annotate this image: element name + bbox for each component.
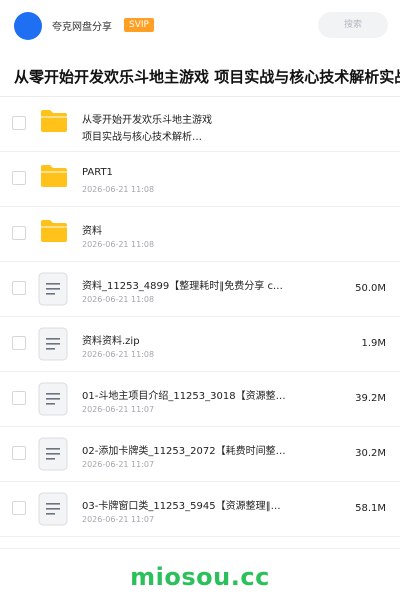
row-checkbox[interactable] <box>12 336 26 350</box>
item-name: 03-卡牌窗口类_11253_5945【资源整理‖… <box>82 501 281 512</box>
list-item[interactable]: 资料 2026-06-21 11:08 <box>0 207 400 262</box>
share-title-bar: 从零开始开发欢乐斗地主游戏 项目实战与核心技术解析实战 <box>0 62 400 92</box>
avatar[interactable] <box>14 12 42 40</box>
item-date: 2026-06-21 11:07 <box>82 405 155 414</box>
brand-name: 夸克网盘分享 <box>52 22 112 33</box>
watermark-text: miosou.cc <box>130 563 270 591</box>
item-name-line2: 项目实战与核心技术解析… <box>82 132 202 143</box>
list-item[interactable]: 资料资料.zip 2026-06-21 11:08 1.9M <box>0 317 400 372</box>
row-checkbox[interactable] <box>12 226 26 240</box>
item-date: 2026-06-21 11:07 <box>82 460 155 469</box>
folder-icon <box>41 165 67 187</box>
item-size: 58.1M <box>355 503 386 514</box>
page-title: 从零开始开发欢乐斗地主游戏 项目实战与核心技术解析实战 <box>14 68 400 86</box>
list-item[interactable]: 从零开始开发欢乐斗地主游戏 项目实战与核心技术解析… <box>0 97 400 152</box>
item-name: 资料_11253_4899【整理耗时‖免费分享 c… <box>82 281 283 292</box>
item-name: 02-添加卡牌类_11253_2072【耗费时间整… <box>82 446 286 457</box>
row-checkbox[interactable] <box>12 116 26 130</box>
list-item[interactable]: 03-卡牌窗口类_11253_5945【资源整理‖… 2026-06-21 11… <box>0 482 400 537</box>
item-date: 2026-06-21 11:08 <box>82 240 155 249</box>
file-list: 从零开始开发欢乐斗地主游戏 项目实战与核心技术解析… PART1 2026-06… <box>0 97 400 537</box>
item-date: 2026-06-21 11:08 <box>82 295 155 304</box>
file-icon <box>38 327 68 361</box>
item-size: 1.9M <box>361 338 386 349</box>
item-date: 2026-06-21 11:08 <box>82 185 155 194</box>
list-item[interactable]: 资料_11253_4899【整理耗时‖免费分享 c… 2026-06-21 11… <box>0 262 400 317</box>
folder-icon <box>41 110 67 132</box>
list-item[interactable]: PART1 2026-06-21 11:08 <box>0 152 400 207</box>
file-icon <box>38 492 68 526</box>
item-size: 30.2M <box>355 448 386 459</box>
file-icon <box>38 272 68 306</box>
list-item[interactable]: 02-添加卡牌类_11253_2072【耗费时间整… 2026-06-21 11… <box>0 427 400 482</box>
row-checkbox[interactable] <box>12 281 26 295</box>
row-checkbox[interactable] <box>12 501 26 515</box>
item-date: 2026-06-21 11:07 <box>82 515 155 524</box>
item-size: 50.0M <box>355 283 386 294</box>
row-checkbox[interactable] <box>12 446 26 460</box>
header: 夸克网盘分享 SVIP 搜索 <box>0 0 400 52</box>
row-checkbox[interactable] <box>12 391 26 405</box>
row-checkbox[interactable] <box>12 171 26 185</box>
item-name: 资料资料.zip <box>82 336 140 347</box>
file-icon <box>38 437 68 471</box>
item-name: PART1 <box>82 167 113 178</box>
search-input[interactable]: 搜索 <box>318 12 388 38</box>
item-size: 39.2M <box>355 393 386 404</box>
footer: miosou.cc <box>0 548 400 601</box>
svip-badge: SVIP <box>124 18 154 32</box>
file-icon <box>38 382 68 416</box>
item-name: 01-斗地主项目介绍_11253_3018【资源整… <box>82 391 286 402</box>
folder-icon <box>41 220 67 242</box>
item-name: 从零开始开发欢乐斗地主游戏 <box>82 115 212 126</box>
item-name: 资料 <box>82 226 102 237</box>
item-date: 2026-06-21 11:08 <box>82 350 155 359</box>
list-item[interactable]: 01-斗地主项目介绍_11253_3018【资源整… 2026-06-21 11… <box>0 372 400 427</box>
